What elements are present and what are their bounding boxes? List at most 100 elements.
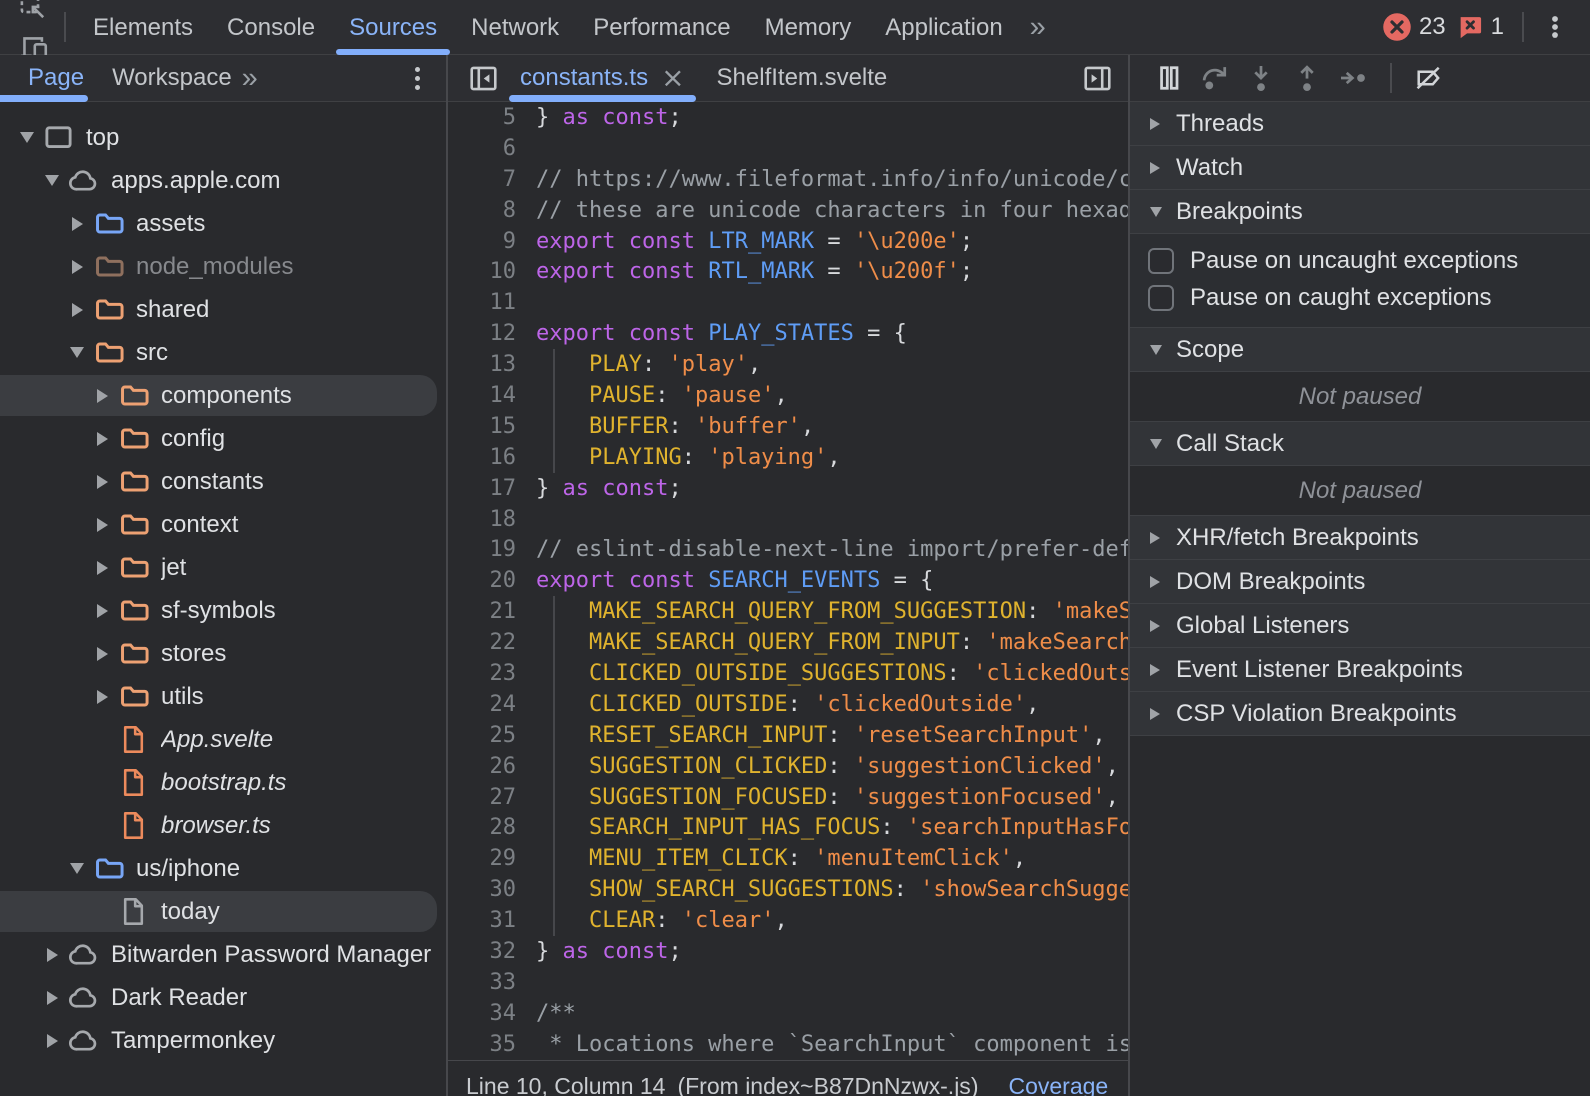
line-number[interactable]: 30 (448, 877, 516, 902)
line-number[interactable]: 31 (448, 908, 516, 933)
checkbox[interactable] (1148, 248, 1174, 274)
code-line: 18 (448, 504, 1128, 535)
pause-icon[interactable] (1150, 58, 1188, 98)
line-number[interactable]: 6 (448, 136, 516, 161)
line-number[interactable]: 12 (448, 321, 516, 346)
line-number[interactable]: 14 (448, 383, 516, 408)
tree-item-jet[interactable]: jet (0, 546, 446, 589)
line-number[interactable]: 33 (448, 970, 516, 995)
line-number[interactable]: 8 (448, 198, 516, 223)
tab-performance[interactable]: Performance (576, 0, 747, 55)
tree-item-stores[interactable]: stores (0, 632, 446, 675)
editor-tab-constants-ts[interactable]: constants.ts× (504, 55, 701, 102)
tree-item-shared[interactable]: shared (0, 288, 446, 331)
line-number[interactable]: 26 (448, 754, 516, 779)
line-number[interactable]: 19 (448, 537, 516, 562)
tree-item-tampermonkey[interactable]: Tampermonkey (0, 1019, 446, 1062)
deactivate-breakpoints-icon[interactable] (1410, 58, 1448, 98)
line-number[interactable]: 9 (448, 229, 516, 254)
tree-item-config[interactable]: config (0, 417, 446, 460)
section-header-global-listeners[interactable]: Global Listeners (1130, 604, 1590, 648)
tree-item-browser-ts[interactable]: browser.ts (0, 804, 446, 847)
line-number[interactable]: 16 (448, 445, 516, 470)
tab-network[interactable]: Network (454, 0, 576, 55)
tree-item-utils[interactable]: utils (0, 675, 446, 718)
code-editor[interactable]: 5} as const;67// https://www.fileformat.… (448, 102, 1128, 1060)
line-number[interactable]: 21 (448, 599, 516, 624)
sidebar-tab-page[interactable]: Page (28, 55, 84, 102)
tree-item-app-svelte[interactable]: App.svelte (0, 718, 446, 761)
line-number[interactable]: 35 (448, 1032, 516, 1057)
tab-sources[interactable]: Sources (332, 0, 454, 55)
tree-item-constants[interactable]: constants (0, 460, 446, 503)
section-header-csp-violation-breakpoints[interactable]: CSP Violation Breakpoints (1130, 692, 1590, 736)
show-right-sidebar-icon[interactable] (1076, 58, 1118, 98)
line-number[interactable]: 24 (448, 692, 516, 717)
tree-item-apps-apple-com[interactable]: apps.apple.com (0, 159, 446, 202)
section-header-breakpoints[interactable]: Breakpoints (1130, 190, 1590, 234)
section-header-scope[interactable]: Scope (1130, 328, 1590, 372)
line-number[interactable]: 28 (448, 815, 516, 840)
tab-memory[interactable]: Memory (748, 0, 869, 55)
navigator-menu-icon[interactable] (415, 67, 420, 90)
tree-item-top[interactable]: top (0, 116, 446, 159)
line-number[interactable]: 22 (448, 630, 516, 655)
tree-item-sf-symbols[interactable]: sf-symbols (0, 589, 446, 632)
line-number[interactable]: 32 (448, 939, 516, 964)
kebab-menu-icon[interactable] (1534, 7, 1576, 47)
tree-item-dark-reader[interactable]: Dark Reader (0, 976, 446, 1019)
coverage-link[interactable]: Coverage (1008, 1073, 1108, 1096)
tree-item-assets[interactable]: assets (0, 202, 446, 245)
line-number[interactable]: 13 (448, 352, 516, 377)
tab-console[interactable]: Console (210, 0, 332, 55)
tab-application[interactable]: Application (868, 0, 1019, 55)
settings-gear-icon[interactable] (1534, 0, 1576, 7)
line-number[interactable]: 11 (448, 290, 516, 315)
hide-navigator-icon[interactable] (462, 58, 504, 98)
tree-item-src[interactable]: src (0, 331, 446, 374)
inspect-icon[interactable] (12, 0, 54, 27)
line-number[interactable]: 15 (448, 414, 516, 439)
tab-elements[interactable]: Elements (76, 0, 210, 55)
tree-item-bitwarden-password-manager[interactable]: Bitwarden Password Manager (0, 933, 446, 976)
line-number[interactable]: 25 (448, 723, 516, 748)
line-number[interactable]: 29 (448, 846, 516, 871)
line-number[interactable]: 34 (448, 1001, 516, 1026)
tree-item-bootstrap-ts[interactable]: bootstrap.ts (0, 761, 446, 804)
section-header-watch[interactable]: Watch (1130, 146, 1590, 190)
checkbox[interactable] (1148, 285, 1174, 311)
file-icon (117, 810, 149, 842)
step-over-icon[interactable] (1196, 58, 1234, 98)
line-number[interactable]: 20 (448, 568, 516, 593)
line-number[interactable]: 7 (448, 167, 516, 192)
section-header-xhr-fetch-breakpoints[interactable]: XHR/fetch Breakpoints (1130, 516, 1590, 560)
tree-item-us-iphone[interactable]: us/iphone (0, 847, 446, 890)
tree-item-node-modules[interactable]: node_modules (0, 245, 446, 288)
sidebar-tab-workspace[interactable]: Workspace (112, 55, 232, 102)
line-number[interactable]: 18 (448, 507, 516, 532)
line-number[interactable]: 23 (448, 661, 516, 686)
issues-badge[interactable]: 1 (1456, 13, 1504, 41)
section-header-dom-breakpoints[interactable]: DOM Breakpoints (1130, 560, 1590, 604)
navigator-more-tabs-icon[interactable]: » (232, 62, 266, 95)
section-header-threads[interactable]: Threads (1130, 102, 1590, 146)
tree-item-context[interactable]: context (0, 503, 446, 546)
line-number[interactable]: 5 (448, 105, 516, 130)
checkbox-row[interactable]: Pause on uncaught exceptions (1130, 242, 1590, 279)
more-tabs-icon[interactable]: » (1020, 11, 1054, 44)
line-number[interactable]: 27 (448, 785, 516, 810)
line-number[interactable]: 17 (448, 476, 516, 501)
sourcemap-file-link[interactable]: index~B87DnNzwx-.js (745, 1073, 971, 1096)
section-header-call-stack[interactable]: Call Stack (1130, 422, 1590, 466)
error-badge[interactable]: 23 (1382, 12, 1446, 42)
editor-tab-shelfitem-svelte[interactable]: ShelfItem.svelte (701, 55, 904, 102)
line-number[interactable]: 10 (448, 259, 516, 284)
step-out-icon[interactable] (1288, 58, 1326, 98)
checkbox-row[interactable]: Pause on caught exceptions (1130, 279, 1590, 316)
tree-item-components[interactable]: components (0, 374, 446, 417)
section-header-event-listener-breakpoints[interactable]: Event Listener Breakpoints (1130, 648, 1590, 692)
tree-item-today[interactable]: today (0, 890, 446, 933)
step-into-icon[interactable] (1242, 58, 1280, 98)
step-icon[interactable] (1334, 58, 1372, 98)
close-tab-icon[interactable]: × (661, 64, 684, 92)
